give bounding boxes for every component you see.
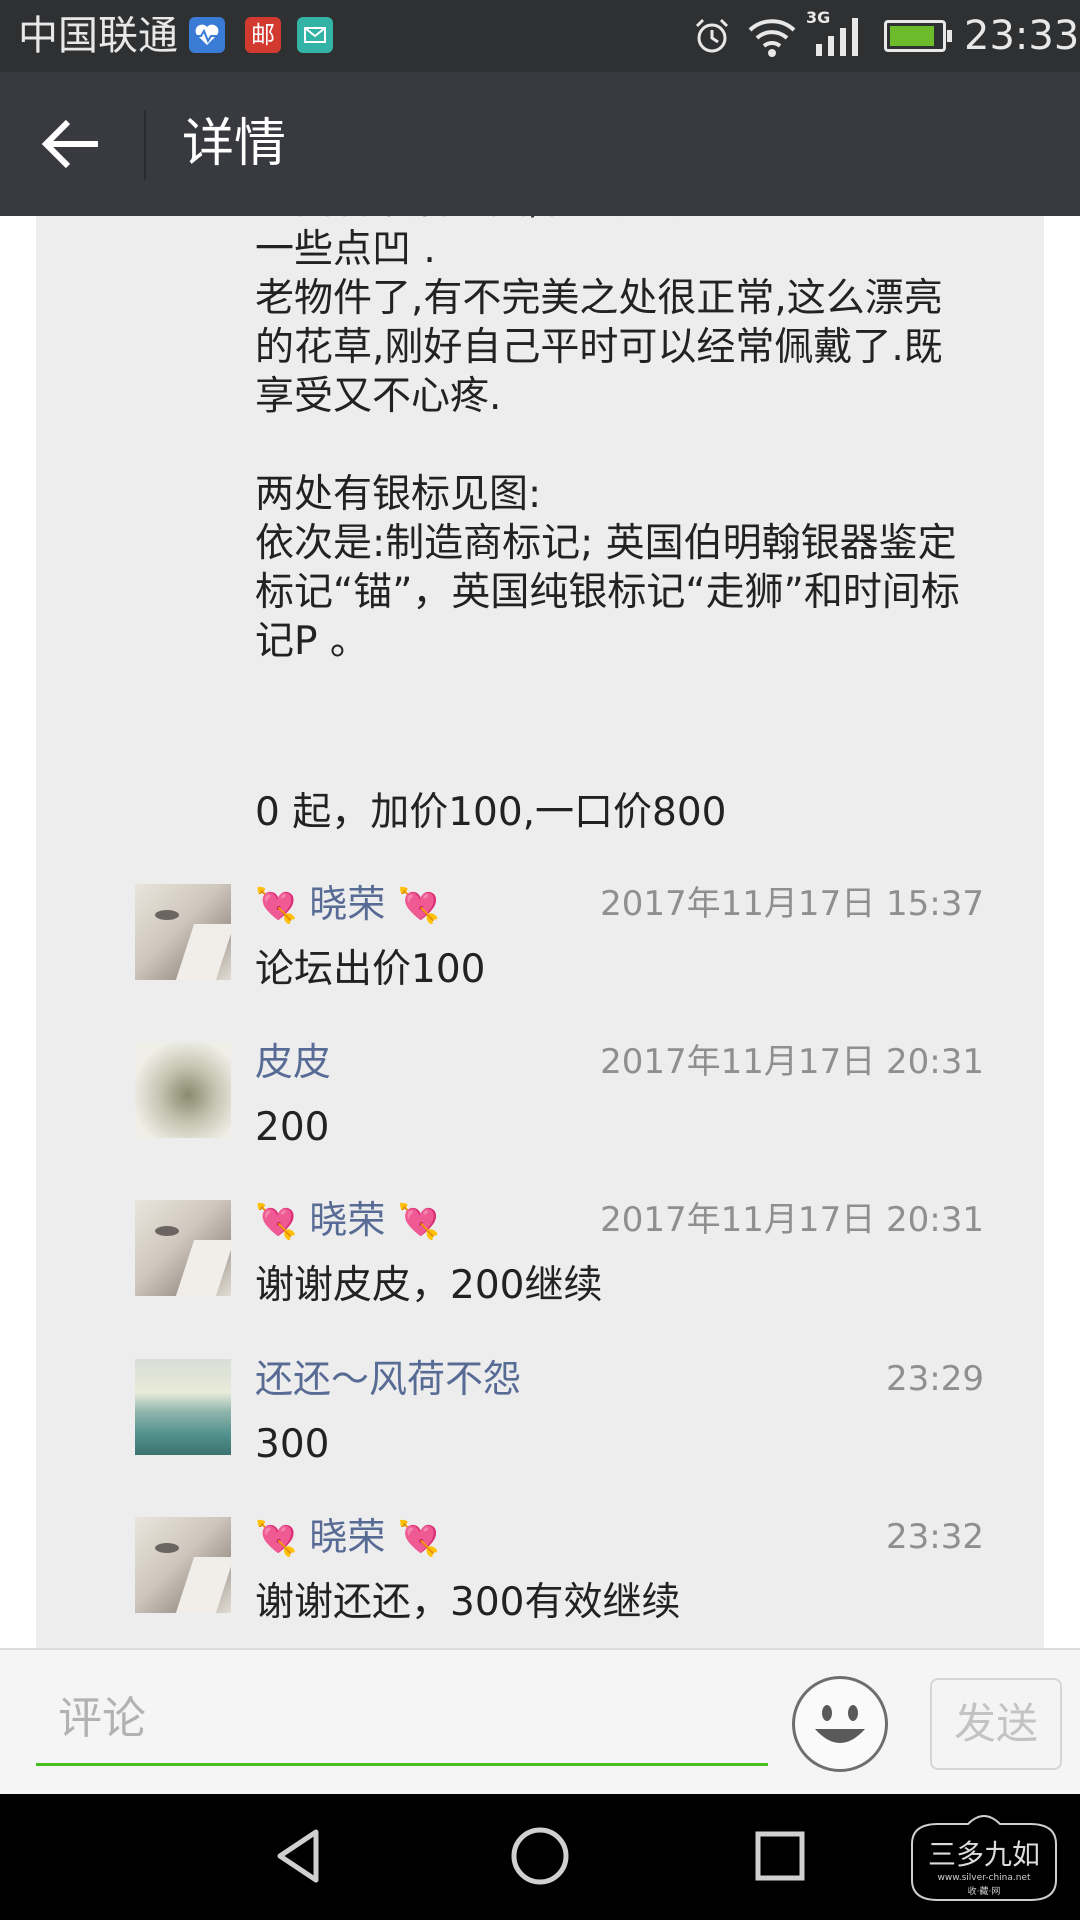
back-triangle-icon[interactable]: [268, 1824, 332, 1888]
comment-author[interactable]: 还还～风荷不怨: [255, 1355, 521, 1403]
comment-item: 💘 晓荣 💘 23:32 谢谢还还，300有效继续: [0, 1515, 1080, 1648]
heart-emoji-icon: 💘: [397, 1519, 440, 1559]
back-arrow-icon[interactable]: [36, 112, 108, 176]
watermark-url: www.silver-china.net: [937, 1873, 1031, 1883]
wifi-icon: [748, 19, 796, 57]
health-icon: [189, 17, 225, 53]
title-bar: 详情: [0, 72, 1080, 216]
watermark-title: 三多九如: [928, 1838, 1040, 1871]
comment-text: 200: [255, 1105, 330, 1150]
comment-author[interactable]: 皮皮: [255, 1038, 331, 1086]
mail-icon: 邮: [245, 17, 281, 53]
watermark-caption: 收·藏·网: [968, 1885, 1001, 1897]
comment-input[interactable]: [36, 1674, 768, 1766]
comment-author[interactable]: 💘 晓荣 💘: [255, 880, 440, 930]
avatar[interactable]: [135, 1359, 231, 1455]
comment-author-name: 晓荣: [297, 1198, 398, 1242]
send-button[interactable]: 发送: [930, 1678, 1062, 1770]
battery-icon: [884, 20, 952, 52]
comment-text: 论坛出价100: [255, 947, 486, 992]
comment-author-name: 晓荣: [297, 882, 398, 926]
carrier-name: 中国联通: [18, 13, 178, 59]
signal-strength-icon: [816, 18, 858, 56]
comment-input-bar: 发送: [0, 1648, 1080, 1794]
comment-author-name: 还还～风荷不怨: [255, 1357, 522, 1401]
comment-time: 23:32: [886, 1517, 984, 1557]
comment-text: 谢谢皮皮，200继续: [255, 1263, 603, 1308]
post-body: 背面看最后一图,有两处较大点的凹陷和 一些点凹 . 老物件了,有不完美之处很正常…: [255, 216, 960, 664]
comment-text: 300: [255, 1422, 330, 1467]
heart-emoji-icon: 💘: [255, 1202, 298, 1242]
comment-time: 2017年11月17日 15:37: [600, 884, 984, 924]
system-nav-bar: 三多九如 www.silver-china.net 收·藏·网: [0, 1794, 1080, 1920]
home-circle-icon[interactable]: [508, 1824, 572, 1888]
alarm-clock-icon: [695, 18, 729, 53]
comment-item: 💘 晓荣 💘 2017年11月17日 15:37 论坛出价100: [0, 882, 1080, 1024]
comment-time: 23:29: [886, 1359, 984, 1399]
detail-content[interactable]: 背面看最后一图,有两处较大点的凹陷和 一些点凹 . 老物件了,有不完美之处很正常…: [0, 216, 1080, 1648]
comment-text: 谢谢还还，300有效继续: [255, 1580, 681, 1625]
comment-item: 皮皮 2017年11月17日 20:31 200: [0, 1040, 1080, 1182]
smiley-icon: [815, 1705, 865, 1743]
watermark-logo: 三多九如 www.silver-china.net 收·藏·网: [911, 1815, 1057, 1901]
avatar[interactable]: [135, 1042, 231, 1138]
recent-square-icon[interactable]: [748, 1824, 812, 1888]
emoji-button[interactable]: [792, 1676, 888, 1772]
heart-emoji-icon: 💘: [255, 1519, 298, 1559]
heart-emoji-icon: 💘: [255, 886, 298, 926]
comment-author-name: 皮皮: [255, 1040, 332, 1084]
comment-time: 2017年11月17日 20:31: [600, 1200, 984, 1240]
avatar[interactable]: [135, 1200, 231, 1296]
avatar[interactable]: [135, 884, 231, 980]
comment-author-name: 晓荣: [297, 1515, 398, 1559]
comment-time: 2017年11月17日 20:31: [600, 1042, 984, 1082]
comment-author[interactable]: 💘 晓荣 💘: [255, 1196, 440, 1246]
comment-item: 💘 晓荣 💘 2017年11月17日 20:31 谢谢皮皮，200继续: [0, 1198, 1080, 1340]
message-icon: [297, 17, 333, 53]
heart-emoji-icon: 💘: [397, 1202, 440, 1242]
status-bar: 中国联通 邮 3G 23:33: [0, 0, 1080, 72]
heart-emoji-icon: 💘: [397, 886, 440, 926]
page-title: 详情: [182, 114, 287, 174]
comment-item: 还还～风荷不怨 23:29 300: [0, 1357, 1080, 1499]
comment-author[interactable]: 💘 晓荣 💘: [255, 1513, 440, 1563]
title-divider: [144, 110, 146, 180]
battery-level: [890, 26, 935, 46]
avatar[interactable]: [135, 1517, 231, 1613]
post-price-line: 0 起，加价100,一口价800: [255, 790, 727, 835]
status-clock: 23:33: [964, 13, 1080, 59]
